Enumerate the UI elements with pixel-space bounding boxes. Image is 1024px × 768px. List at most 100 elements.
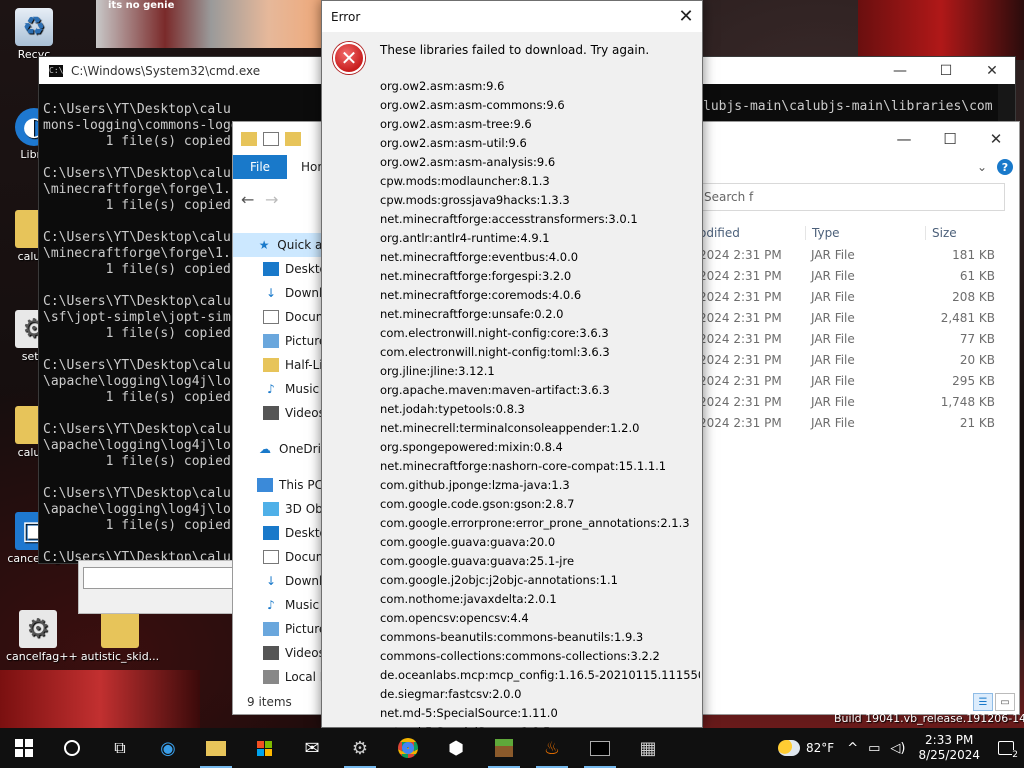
taskbar-app-unity[interactable]: ⬢ <box>432 728 480 768</box>
network-icon[interactable]: ▭ <box>863 741 885 756</box>
task-view-button[interactable]: ⧉ <box>96 728 144 768</box>
search-input[interactable]: Search f <box>699 183 1005 211</box>
file-type: JAR File <box>811 268 855 283</box>
minimize-button[interactable]: — <box>877 57 923 84</box>
file-row[interactable]: 2024 2:31 PM JAR File 2,481 KB <box>699 307 1005 328</box>
store-icon <box>256 740 272 756</box>
taskbar-app-setup[interactable]: ⚙ <box>336 728 384 768</box>
nav-pictures[interactable]: Picture <box>233 617 329 641</box>
new-folder-icon[interactable] <box>285 131 301 146</box>
file-modified: 2024 2:31 PM <box>699 415 782 430</box>
large-icons-view-icon[interactable]: ▭ <box>995 693 1015 711</box>
failed-library-item: org.spongepowered:mixin:0.8.4 <box>380 440 563 454</box>
close-button[interactable]: ✕ <box>973 122 1019 155</box>
maximize-button[interactable]: ☐ <box>927 122 973 155</box>
file-row[interactable]: 2024 2:31 PM JAR File 61 KB <box>699 265 1005 286</box>
file-modified: 2024 2:31 PM <box>699 331 782 346</box>
mail-icon: ✉ <box>304 737 320 759</box>
document-icon <box>263 310 279 324</box>
failed-library-item: com.google.errorprone:error_prone_annota… <box>380 516 690 530</box>
failed-library-item: com.google.code.gson:gson:2.8.7 <box>380 497 575 511</box>
minimize-button[interactable]: — <box>881 122 927 155</box>
taskbar-app-mail[interactable]: ✉ <box>288 728 336 768</box>
nav-desktop[interactable]: Deskto <box>233 257 329 281</box>
background-window[interactable] <box>78 560 238 614</box>
column-date-modified[interactable]: odified <box>699 226 805 240</box>
nav-documents[interactable]: Docum <box>233 305 329 329</box>
file-row[interactable]: 2024 2:31 PM JAR File 77 KB <box>699 328 1005 349</box>
text-field[interactable] <box>83 567 233 589</box>
search-button[interactable] <box>48 728 96 768</box>
tab-file[interactable]: File <box>233 155 287 179</box>
globe-icon: ◉ <box>160 737 176 759</box>
file-row[interactable]: 2024 2:31 PM JAR File 21 KB <box>699 412 1005 433</box>
nav-quick-access[interactable]: ★ Quick ac <box>233 233 329 257</box>
help-icon[interactable]: ? <box>997 159 1013 175</box>
picture-icon <box>263 334 279 348</box>
nav-videos[interactable]: Videos <box>233 401 329 425</box>
file-row[interactable]: 2024 2:31 PM JAR File 295 KB <box>699 370 1005 391</box>
file-row[interactable]: 2024 2:31 PM JAR File 208 KB <box>699 286 1005 307</box>
column-type[interactable]: Type <box>805 226 925 240</box>
taskbar-app-explorer[interactable] <box>192 728 240 768</box>
nav-this-pc[interactable]: This PC <box>233 473 329 497</box>
failed-library-item: net.jodah:typetools:0.8.3 <box>380 402 525 416</box>
show-hidden-icons-button[interactable]: ^ <box>842 741 863 756</box>
close-button[interactable]: ✕ <box>969 57 1015 84</box>
nav-documents[interactable]: Docum <box>233 545 329 569</box>
taskbar-app-java[interactable]: ♨ <box>528 728 576 768</box>
taskbar-app-browser[interactable]: ◉ <box>144 728 192 768</box>
error-dialog[interactable]: Error ✕ ✕ These libraries failed to down… <box>321 0 703 739</box>
nav-local-disk[interactable]: Local D <box>233 665 329 689</box>
start-button[interactable] <box>0 728 48 768</box>
maximize-button[interactable]: ☐ <box>923 57 969 84</box>
clock[interactable]: 2:33 PM 8/25/2024 <box>910 733 988 763</box>
nav-videos[interactable]: Videos <box>233 641 329 665</box>
notifications-button[interactable]: 2 <box>988 728 1024 768</box>
nav-desktop[interactable]: Deskto <box>233 521 329 545</box>
nav-music[interactable]: ♪ Music <box>233 377 329 401</box>
forward-arrow-icon[interactable]: → <box>265 190 289 209</box>
volume-icon[interactable]: ◁) <box>885 741 910 756</box>
details-view-icon[interactable]: ☰ <box>973 693 993 711</box>
taskbar-app-store[interactable] <box>240 728 288 768</box>
item-count: 9 items <box>247 695 292 709</box>
nav-downloads[interactable]: ↓ Downl <box>233 281 329 305</box>
nav-music[interactable]: ♪ Music <box>233 593 329 617</box>
cube-icon <box>263 502 279 516</box>
desktop-icon-cancelfag-plus[interactable]: ⚙ cancelfag++ <box>6 610 78 663</box>
desktop-icon-autistic-skid[interactable]: autistic_skid... <box>80 610 160 663</box>
folder-icon <box>241 131 257 146</box>
dialog-titlebar[interactable]: Error ✕ <box>322 1 702 32</box>
nav-pictures[interactable]: Picture <box>233 329 329 353</box>
failed-library-item: org.jline:jline:3.12.1 <box>380 364 495 378</box>
weather-widget[interactable]: 82°F <box>770 740 842 756</box>
partly-sunny-icon <box>778 740 801 756</box>
cube-icon: ⬢ <box>448 737 464 759</box>
taskbar-app-cmd[interactable] <box>576 728 624 768</box>
nav-onedrive[interactable]: ☁ OneDriv <box>233 437 329 461</box>
failed-library-item: net.minecrell:terminalconsoleappender:1.… <box>380 421 640 435</box>
grass-block-icon <box>495 739 513 757</box>
back-arrow-icon[interactable]: ← <box>241 190 265 209</box>
file-size: 77 KB <box>959 331 995 346</box>
taskbar-app-minecraft[interactable] <box>480 728 528 768</box>
nav-label: 3D Obj <box>285 502 327 516</box>
chevron-down-icon[interactable]: ⌄ <box>977 160 987 174</box>
nav-downloads[interactable]: ↓ Downl <box>233 569 329 593</box>
desktop-icon-recycle-bin[interactable]: ♻ Recyc <box>2 8 66 61</box>
file-row[interactable]: 2024 2:31 PM JAR File 1,748 KB <box>699 391 1005 412</box>
nav-half-life[interactable]: Half-Li <box>233 353 329 377</box>
taskbar-app-installer[interactable]: ▦ <box>624 728 672 768</box>
taskbar-app-chrome[interactable] <box>384 728 432 768</box>
properties-icon[interactable] <box>263 131 279 146</box>
close-button[interactable]: ✕ <box>670 1 702 32</box>
column-size[interactable]: Size <box>925 226 995 240</box>
file-row[interactable]: 2024 2:31 PM JAR File 181 KB <box>699 244 1005 265</box>
file-size: 181 KB <box>952 247 995 262</box>
nav-3d-objects[interactable]: 3D Obj <box>233 497 329 521</box>
search-icon <box>64 740 80 756</box>
file-row[interactable]: 2024 2:31 PM JAR File 20 KB <box>699 349 1005 370</box>
picture-icon <box>263 622 279 636</box>
file-type: JAR File <box>811 394 855 409</box>
